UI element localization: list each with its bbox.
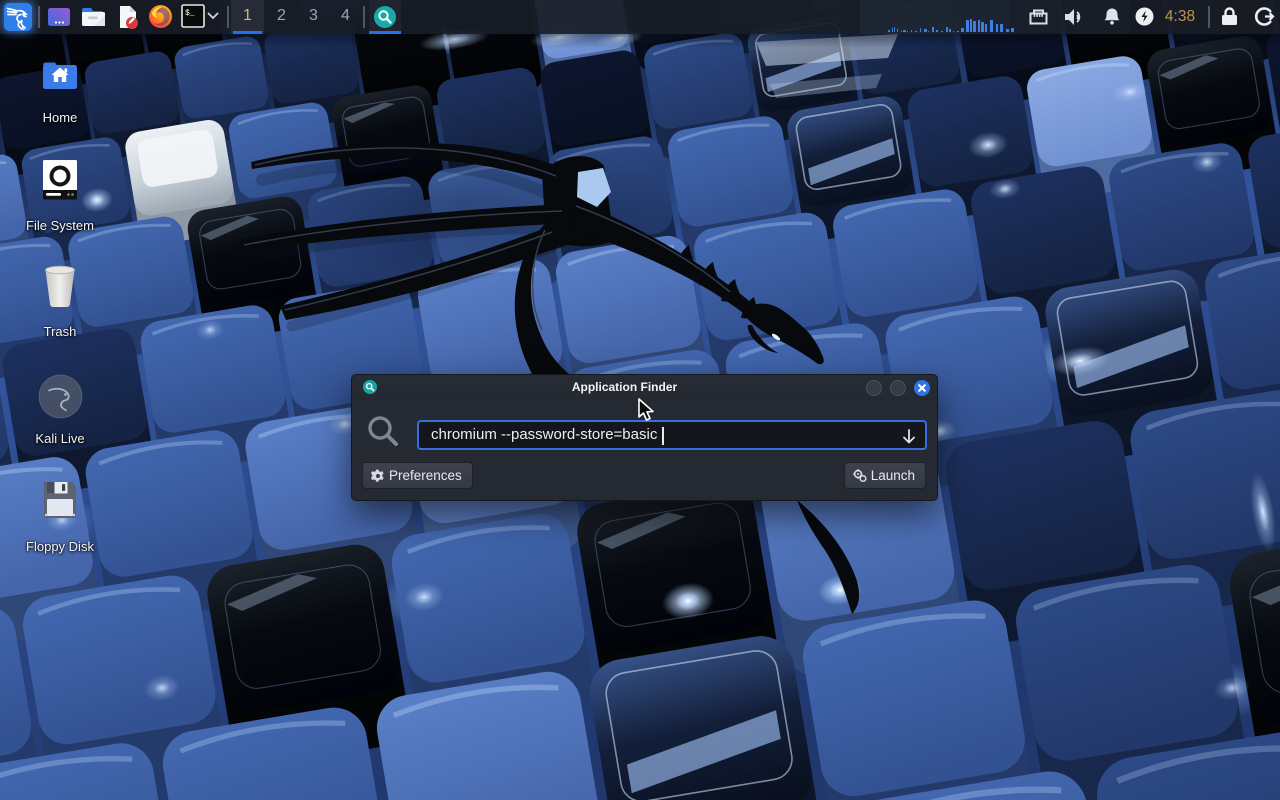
svg-text:$_: $_: [185, 9, 195, 18]
